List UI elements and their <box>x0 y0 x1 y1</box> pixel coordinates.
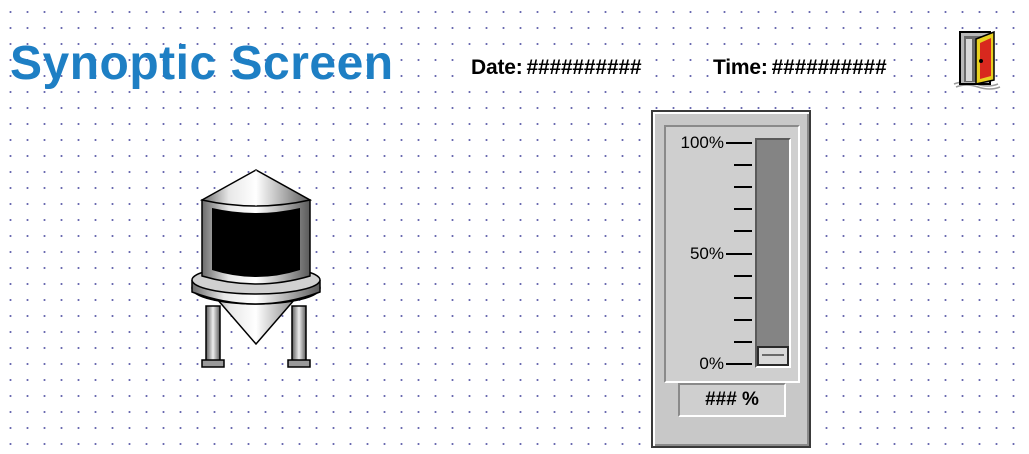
scale-minor-tick <box>734 296 752 299</box>
time-display: Time: ########## <box>710 56 890 80</box>
scale-minor-tick <box>734 340 752 343</box>
scale-label-mid: 50% <box>689 243 724 263</box>
scale-major-tick <box>726 252 752 255</box>
scale-minor-tick <box>734 208 752 211</box>
page-title: Synoptic Screen <box>10 37 394 90</box>
scale-major-tick <box>726 142 752 144</box>
level-bar <box>755 138 791 368</box>
level-bar-handle[interactable] <box>757 346 789 366</box>
date-value: ########## <box>526 56 642 79</box>
scale-minor-tick <box>734 164 752 167</box>
level-value-display: ### % <box>678 383 786 417</box>
time-label: Time: <box>713 56 768 79</box>
scale-minor-tick <box>734 318 752 321</box>
scale-minor-tick <box>734 230 752 233</box>
storage-tank[interactable] <box>186 166 326 377</box>
scale-label-max: 100% <box>680 133 724 152</box>
exit-button[interactable] <box>950 28 1002 90</box>
scale-major-tick <box>726 363 752 365</box>
scale-minor-tick <box>734 274 752 277</box>
level-gauge-panel: 100% 50% 0% ### % <box>651 110 811 448</box>
scale-minor-tick <box>734 186 752 189</box>
scale-label-min: 0% <box>699 354 724 373</box>
level-gauge: 100% 50% 0% <box>664 125 800 383</box>
exit-door-icon <box>953 30 1001 90</box>
storage-tank-icon <box>191 169 321 368</box>
date-label: Date: <box>471 56 523 79</box>
time-value: ########## <box>771 56 887 79</box>
date-display: Date: ########## <box>468 56 645 80</box>
